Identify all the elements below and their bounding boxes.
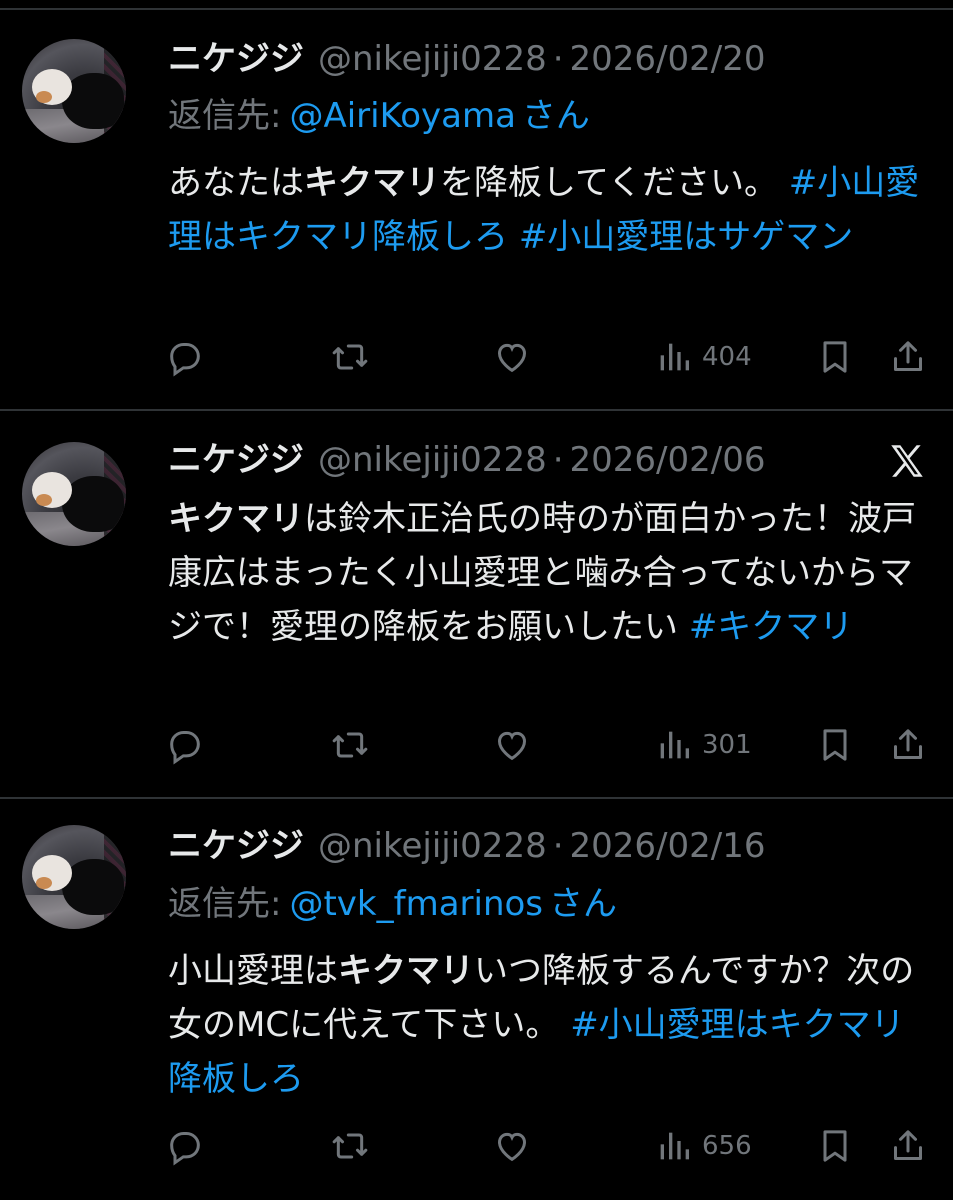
- hashtag-link[interactable]: #小山愛理はサゲマン: [519, 217, 854, 257]
- author-name[interactable]: ニケジジ: [168, 37, 304, 81]
- bookmark-icon: [815, 337, 855, 377]
- retweet-icon: [330, 1126, 370, 1166]
- retweet-icon: [330, 337, 370, 377]
- hashtag-link[interactable]: #キクマリ: [689, 607, 854, 647]
- reply-icon: [165, 1126, 205, 1166]
- bookmark-icon: [815, 1126, 855, 1166]
- retweet-button[interactable]: [330, 1121, 370, 1171]
- views-count: 656: [702, 1131, 752, 1161]
- views-count: 404: [702, 342, 752, 372]
- share-button[interactable]: [888, 1121, 928, 1171]
- views-button[interactable]: 404: [654, 332, 752, 382]
- reply-context: 返信先: @tvk_fmarinos さん: [168, 882, 617, 926]
- bookmark-button[interactable]: [815, 332, 855, 382]
- like-button[interactable]: [492, 720, 532, 770]
- share-button[interactable]: [888, 332, 928, 382]
- like-button[interactable]: [492, 1121, 532, 1171]
- author-name[interactable]: ニケジジ: [168, 438, 304, 482]
- tweet[interactable]: ニケジジ @nikejiji0228 · 2026/02/16 返信先: @tvk…: [0, 798, 953, 1200]
- tweet[interactable]: ニケジジ @nikejiji0228 · 2026/02/20 返信先: @Air…: [0, 0, 953, 410]
- bold-keyword: キクマリ: [338, 951, 474, 991]
- reply-button[interactable]: [165, 720, 205, 770]
- reply-icon: [165, 337, 205, 377]
- tweet-header: ニケジジ @nikejiji0228 · 2026/02/16: [168, 824, 765, 868]
- tweet-date[interactable]: 2026/02/16: [570, 824, 766, 868]
- tweet-text: 小山愛理はキクマリいつ降板するんですか？次の女のMCに代えて下さい。 #小山愛理…: [168, 944, 928, 1106]
- author-handle[interactable]: @nikejiji0228: [318, 824, 547, 868]
- reply-prefix: 返信先:: [168, 884, 282, 924]
- action-bar: 404: [0, 332, 953, 382]
- text-segment: あなたは: [168, 163, 304, 203]
- bold-keyword: キクマリ: [304, 163, 440, 203]
- separator-dot: ·: [552, 440, 564, 480]
- reply-prefix: 返信先:: [168, 96, 282, 136]
- views-icon: [654, 337, 694, 377]
- action-bar: 656: [0, 1121, 953, 1171]
- reply-suffix: さん: [549, 884, 618, 924]
- bookmark-button[interactable]: [815, 1121, 855, 1171]
- retweet-button[interactable]: [330, 720, 370, 770]
- views-icon: [654, 725, 694, 765]
- tweet-header: ニケジジ @nikejiji0228 · 2026/02/06: [168, 438, 765, 482]
- bookmark-icon: [815, 725, 855, 765]
- reply-mention-link[interactable]: @AiriKoyama: [289, 96, 515, 136]
- tweet-text: あなたはキクマリを降板してください。 #小山愛理はキクマリ降板しろ #小山愛理は…: [168, 156, 928, 264]
- share-button[interactable]: [888, 720, 928, 770]
- retweet-button[interactable]: [330, 332, 370, 382]
- reply-icon: [165, 725, 205, 765]
- like-icon: [492, 725, 532, 765]
- avatar[interactable]: [22, 39, 126, 143]
- reply-suffix: さん: [521, 96, 590, 136]
- tweet-date[interactable]: 2026/02/20: [570, 37, 766, 81]
- views-count: 301: [702, 730, 752, 760]
- tweet-header: ニケジジ @nikejiji0228 · 2026/02/20: [168, 37, 765, 81]
- tweet[interactable]: ニケジジ @nikejiji0228 · 2026/02/06 キクマリは鈴木正…: [0, 410, 953, 798]
- reply-button[interactable]: [165, 332, 205, 382]
- reply-button[interactable]: [165, 1121, 205, 1171]
- views-button[interactable]: 301: [654, 720, 752, 770]
- share-icon: [888, 725, 928, 765]
- like-icon: [492, 337, 532, 377]
- separator-dot: ·: [552, 826, 564, 866]
- views-button[interactable]: 656: [654, 1121, 752, 1171]
- author-handle[interactable]: @nikejiji0228: [318, 37, 547, 81]
- reply-mention-link[interactable]: @tvk_fmarinos: [289, 884, 543, 924]
- tweet-text: キクマリは鈴木正治氏の時のが面白かった！波戸康広はまったく小山愛理と噛み合ってな…: [168, 492, 928, 654]
- avatar[interactable]: [22, 442, 126, 546]
- reply-context: 返信先: @AiriKoyama さん: [168, 94, 590, 138]
- text-segment: を降板してください。: [440, 163, 778, 203]
- x-logo-icon: [891, 445, 923, 477]
- timeline: ニケジジ @nikejiji0228 · 2026/02/20 返信先: @Air…: [0, 0, 953, 1200]
- author-handle[interactable]: @nikejiji0228: [318, 438, 547, 482]
- retweet-icon: [330, 725, 370, 765]
- action-bar: 301: [0, 720, 953, 770]
- share-icon: [888, 337, 928, 377]
- text-segment: 小山愛理は: [168, 951, 338, 991]
- views-icon: [654, 1126, 694, 1166]
- bold-keyword: キクマリ: [168, 499, 304, 539]
- like-icon: [492, 1126, 532, 1166]
- share-icon: [888, 1126, 928, 1166]
- like-button[interactable]: [492, 332, 532, 382]
- bookmark-button[interactable]: [815, 720, 855, 770]
- tweet-date[interactable]: 2026/02/06: [570, 438, 766, 482]
- author-name[interactable]: ニケジジ: [168, 824, 304, 868]
- avatar[interactable]: [22, 825, 126, 929]
- separator-dot: ·: [552, 39, 564, 79]
